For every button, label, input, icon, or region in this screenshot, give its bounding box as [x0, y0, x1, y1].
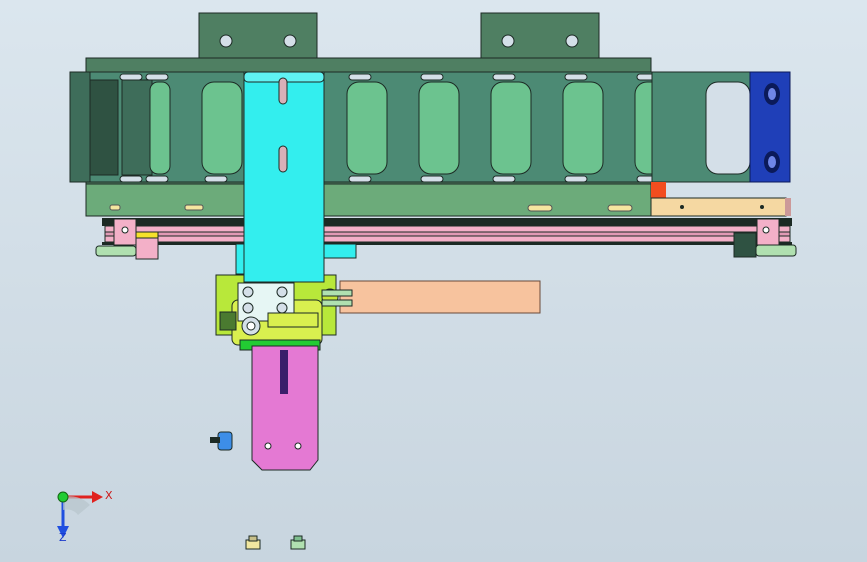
drag-chain	[69, 71, 751, 183]
cad-viewport[interactable]: X Z	[0, 0, 867, 562]
mounting-bracket-left	[198, 12, 318, 59]
small-fitting-right	[290, 535, 306, 550]
assembly-drawing[interactable]: X Z	[0, 0, 867, 562]
small-fitting-left	[245, 535, 261, 550]
x-axis-label: X	[105, 489, 113, 502]
side-plate-orange	[650, 182, 791, 217]
proximity-sensor	[210, 431, 233, 451]
linear-rail	[102, 218, 792, 245]
salmon-slide-bar	[339, 280, 541, 314]
lower-carriage	[215, 274, 353, 351]
gripper-plate	[251, 345, 319, 471]
z-axis-label: Z	[59, 531, 67, 544]
mounting-bracket-right	[480, 12, 600, 59]
coordinate-triad: X Z	[57, 489, 113, 544]
chain-end-block	[749, 71, 791, 183]
